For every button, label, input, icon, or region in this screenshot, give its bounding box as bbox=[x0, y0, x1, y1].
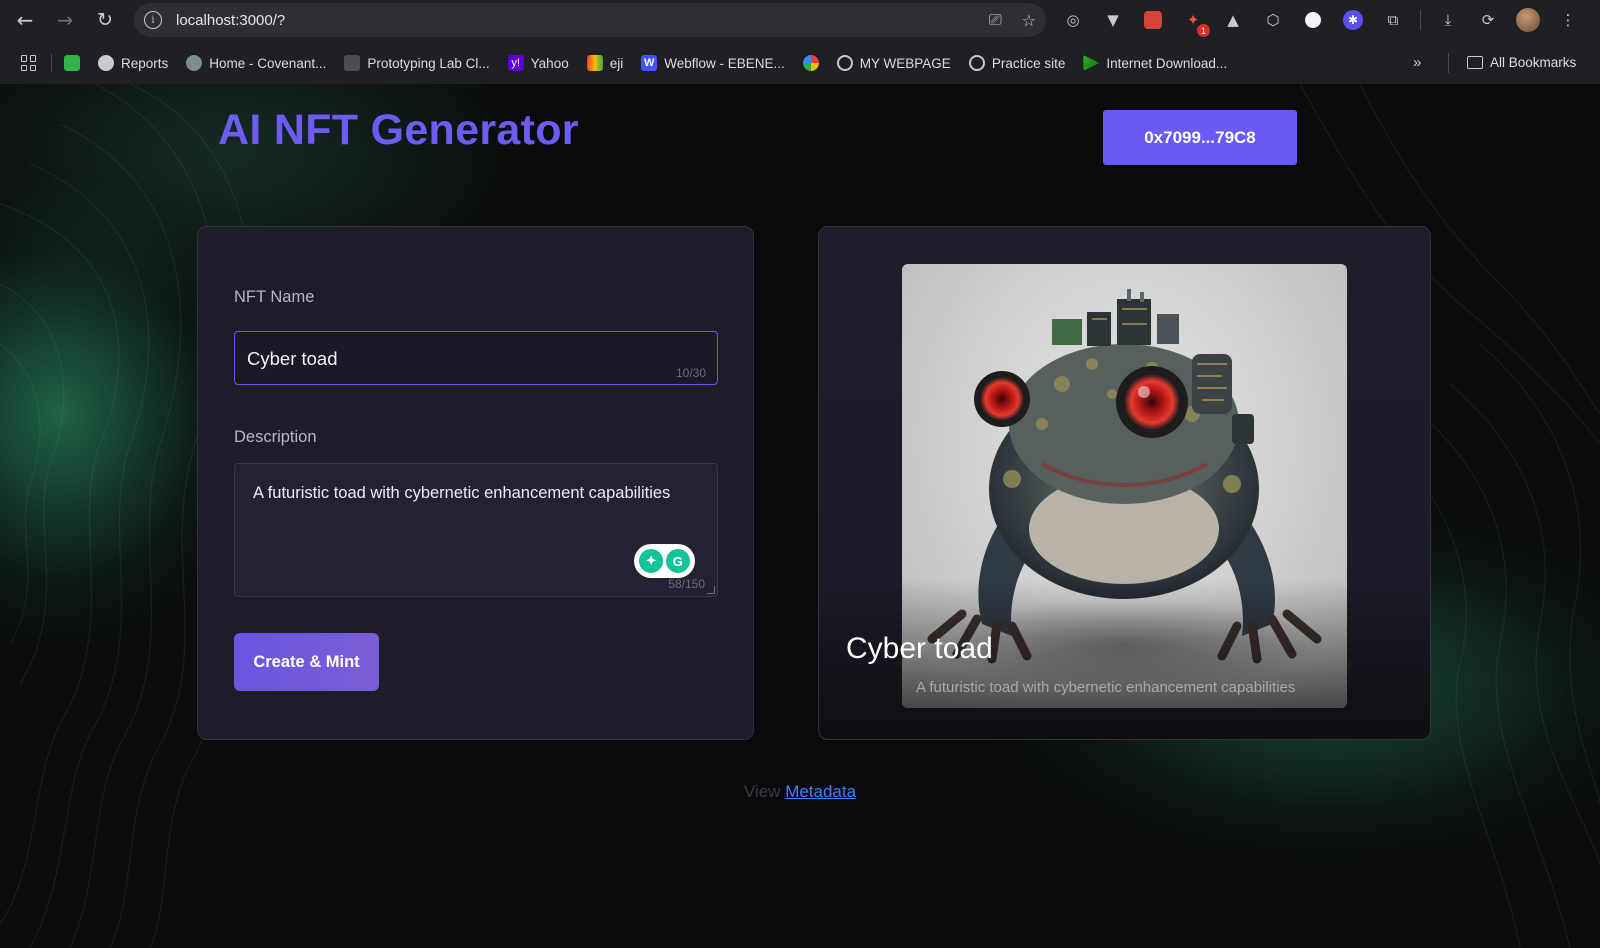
back-icon[interactable]: ← bbox=[9, 4, 41, 36]
wallet-address-button[interactable]: 0x7099...79C8 bbox=[1103, 110, 1297, 165]
notification-extension-icon[interactable]: ✦ 1 bbox=[1180, 7, 1210, 37]
bookmark-label: Reports bbox=[121, 55, 169, 71]
grammarly-suggest-icon[interactable]: ✦ bbox=[639, 549, 664, 573]
apps-icon[interactable] bbox=[21, 55, 37, 71]
cube-icon[interactable]: ⬡ bbox=[1260, 7, 1286, 33]
nft-form-card: NFT Name Cyber toad 10/30 Description A … bbox=[197, 226, 754, 740]
bookmarks-bar: Reports Home - Covenant... Prototyping L… bbox=[0, 44, 1600, 82]
resize-handle[interactable] bbox=[707, 586, 715, 594]
description-label: Description bbox=[234, 428, 317, 446]
preview-description: A futuristic toad with cybernetic enhanc… bbox=[916, 679, 1296, 696]
bookmark-photos[interactable] bbox=[802, 55, 819, 71]
more-bookmarks-icon[interactable]: » bbox=[1413, 54, 1421, 71]
description-counter: 58/150 bbox=[668, 577, 705, 591]
browser-chrome: ← → ↻ i localhost:3000/? ⎚ ☆ ◎ ▼ ✦ 1 ▲ ⬡ … bbox=[0, 0, 1600, 84]
yahoo-icon: y! bbox=[507, 55, 524, 71]
bookmark-label: Yahoo bbox=[530, 55, 569, 71]
bookmark-label: eji bbox=[609, 55, 624, 71]
grammarly-widget[interactable]: ✦ G bbox=[634, 544, 695, 578]
nft-preview-card: Cyber toad A futuristic toad with cybern… bbox=[818, 226, 1431, 740]
download-icon[interactable]: ⤓ bbox=[1435, 7, 1461, 33]
bookmark-label: Practice site bbox=[991, 55, 1066, 71]
nft-name-counter: 10/30 bbox=[675, 366, 706, 380]
footer-prefix: View bbox=[743, 782, 781, 801]
webflow-icon: W bbox=[641, 55, 658, 71]
performance-icon[interactable]: ⟳ bbox=[1475, 7, 1501, 33]
metadata-link[interactable]: Metadata bbox=[785, 782, 856, 801]
metadata-footer: View Metadata bbox=[0, 782, 1600, 802]
bookmarks-divider bbox=[51, 54, 52, 72]
bookmark-webflow[interactable]: W Webflow - EBENE... bbox=[641, 55, 785, 71]
profile-avatar[interactable] bbox=[1515, 7, 1541, 33]
bookmark-label: Webflow - EBENE... bbox=[664, 55, 785, 71]
circle-icon[interactable] bbox=[1300, 7, 1326, 33]
description-textarea[interactable]: A futuristic toad with cybernetic enhanc… bbox=[234, 463, 718, 597]
address-bar[interactable]: i localhost:3000/? ⎚ ☆ bbox=[134, 3, 1046, 37]
puzzle-icon[interactable]: ⧉ bbox=[1380, 7, 1406, 33]
create-mint-button[interactable]: Create & Mint bbox=[234, 633, 379, 691]
globe-icon bbox=[836, 55, 853, 71]
bookmark-prototyping-lab[interactable]: Prototyping Lab Cl... bbox=[344, 55, 490, 71]
toolbar-divider bbox=[1420, 10, 1421, 30]
bookmark-reports[interactable]: Reports bbox=[98, 55, 168, 71]
bookmark-label: MY WEBPAGE bbox=[859, 55, 951, 71]
vue-icon[interactable]: ▼ bbox=[1100, 7, 1126, 33]
bookmark-eji[interactable]: eji bbox=[586, 55, 624, 71]
folder-icon bbox=[1467, 56, 1483, 69]
bookmark-label: Prototyping Lab Cl... bbox=[367, 55, 490, 71]
site-info-icon[interactable]: i bbox=[144, 11, 162, 29]
all-bookmarks-label: All Bookmarks bbox=[1490, 55, 1577, 70]
app-title: AI NFT Generator bbox=[218, 106, 579, 154]
green-app-icon bbox=[64, 55, 80, 71]
reload-icon[interactable]: ↻ bbox=[89, 4, 121, 36]
lab-icon bbox=[344, 55, 361, 71]
red-extension-icon[interactable] bbox=[1140, 7, 1166, 33]
bookmark-yahoo[interactable]: y! Yahoo bbox=[507, 55, 569, 71]
covenant-icon bbox=[186, 55, 203, 71]
bookmarks-divider bbox=[1448, 53, 1449, 73]
bookmark-label: Home - Covenant... bbox=[209, 55, 327, 71]
toolbar: ← → ↻ i localhost:3000/? ⎚ ☆ ◎ ▼ ✦ 1 ▲ ⬡ … bbox=[0, 0, 1600, 40]
gmail-icon bbox=[586, 55, 603, 71]
url-text[interactable]: localhost:3000/? bbox=[176, 12, 285, 29]
bookmark-internet-download[interactable]: Internet Download... bbox=[1083, 55, 1227, 71]
preview-title: Cyber toad bbox=[846, 632, 993, 665]
app-page: AI NFT Generator 0x7099...79C8 NFT Name … bbox=[0, 84, 1600, 948]
gear-extension-icon[interactable]: ✱ bbox=[1340, 7, 1366, 33]
install-app-icon[interactable]: ⎚ bbox=[989, 10, 1002, 30]
angular-icon[interactable]: ▲ bbox=[1220, 7, 1246, 33]
bookmark-practice-site[interactable]: Practice site bbox=[968, 55, 1066, 71]
menu-icon[interactable]: ⋮ bbox=[1555, 7, 1581, 33]
bookmark-covenant[interactable]: Home - Covenant... bbox=[186, 55, 326, 71]
all-bookmarks[interactable]: All Bookmarks bbox=[1467, 55, 1576, 70]
nft-name-input[interactable]: Cyber toad 10/30 bbox=[234, 331, 718, 385]
bookmark-star-icon[interactable]: ☆ bbox=[1022, 11, 1036, 30]
forward-icon[interactable]: → bbox=[49, 4, 81, 36]
reports-icon bbox=[98, 55, 114, 71]
grammarly-icon[interactable]: G bbox=[665, 549, 690, 573]
bookmark-my-webpage[interactable]: MY WEBPAGE bbox=[836, 55, 951, 71]
target-icon[interactable]: ◎ bbox=[1060, 7, 1086, 33]
idm-icon bbox=[1083, 55, 1100, 71]
globe-icon bbox=[968, 55, 985, 71]
bookmark-label: Internet Download... bbox=[1106, 55, 1228, 71]
description-value: A futuristic toad with cybernetic enhanc… bbox=[253, 484, 671, 502]
nft-name-value: Cyber toad bbox=[247, 348, 338, 369]
extension-badge: 1 bbox=[1197, 24, 1210, 37]
bookmark-green-app[interactable] bbox=[64, 55, 80, 71]
extensions-bar: ◎ ▼ ✦ 1 ▲ ⬡ ✱ ⧉ ⤓ ⟳ ⋮ bbox=[1060, 4, 1581, 37]
photos-icon bbox=[802, 55, 819, 71]
nft-name-label: NFT Name bbox=[234, 288, 315, 306]
